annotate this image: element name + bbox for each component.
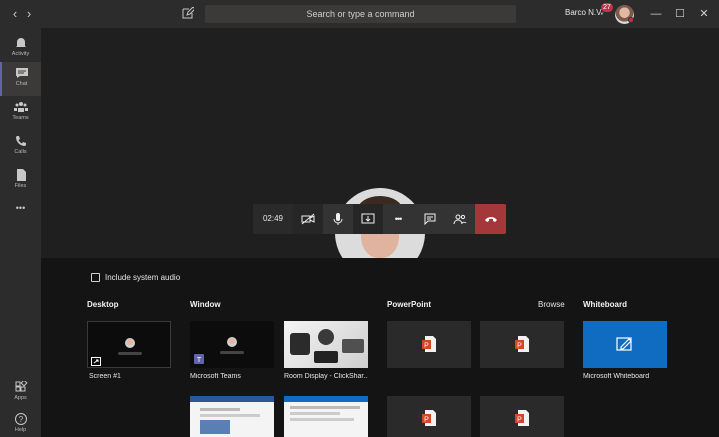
include-system-audio[interactable]: Include system audio (91, 273, 180, 282)
whiteboard-caption: Microsoft Whiteboard (583, 373, 650, 380)
hang-up-icon (484, 217, 497, 222)
phone-icon (15, 136, 26, 146)
rail-item-chat[interactable]: Chat (0, 62, 41, 96)
share-screen-icon (361, 213, 375, 224)
whiteboard-icon (616, 337, 632, 351)
compose-icon[interactable] (182, 6, 196, 22)
participants-button[interactable] (445, 204, 475, 234)
window-doc-1-thumb[interactable] (190, 396, 274, 437)
teams-app-icon: T (194, 354, 204, 364)
close-icon[interactable]: ✕ (697, 7, 711, 21)
svg-text:?: ? (18, 415, 23, 424)
call-timer: 02:49 (253, 204, 293, 234)
search-input[interactable]: Search or type a command (205, 5, 516, 23)
teams-icon (13, 102, 28, 112)
powerpoint-file-4-thumb[interactable]: P (480, 396, 564, 437)
camera-off-button[interactable] (293, 204, 323, 234)
powerpoint-icon: P (515, 336, 529, 352)
powerpoint-icon: P (515, 410, 529, 426)
bell-icon (15, 38, 26, 48)
section-window: Window (190, 300, 221, 309)
include-audio-checkbox[interactable] (91, 273, 100, 282)
maximize-icon[interactable]: ☐ (673, 7, 687, 21)
rail-item-teams[interactable]: Teams (0, 96, 41, 130)
chat-icon (424, 213, 436, 225)
share-screen-button[interactable] (353, 204, 383, 234)
camera-off-icon (301, 213, 315, 225)
powerpoint-icon: P (422, 410, 436, 426)
section-whiteboard: Whiteboard (583, 300, 627, 309)
section-powerpoint: PowerPoint (387, 300, 432, 309)
window-room-display-thumb[interactable] (284, 321, 368, 368)
apps-icon (15, 381, 28, 392)
svg-text:P: P (424, 417, 429, 424)
powerpoint-file-3-thumb[interactable]: P (387, 396, 471, 437)
svg-text:P: P (424, 343, 429, 350)
help-icon: ? (14, 413, 27, 425)
include-audio-label: Include system audio (105, 273, 181, 282)
more-actions-button[interactable]: ••• (383, 204, 413, 234)
chat-icon (15, 68, 28, 78)
svg-text:P: P (517, 417, 522, 424)
desktop-screen-1-thumb[interactable] (87, 321, 171, 368)
presence-icon (628, 17, 634, 23)
section-desktop: Desktop (87, 300, 119, 309)
desktop-screen-1-caption: Screen #1 (89, 373, 121, 380)
svg-text:P: P (517, 343, 522, 350)
hang-up-button[interactable] (475, 204, 506, 234)
back-arrow-icon[interactable]: ‹ (8, 6, 22, 22)
title-bar: ‹ › Search or type a command Barco N.V. … (0, 0, 719, 28)
app-rail: Activity Chat Teams Calls Files ••• Apps… (0, 28, 41, 437)
call-controls: 02:49 ••• (253, 204, 506, 234)
minimize-icon[interactable]: — (649, 7, 663, 21)
window-teams-thumb[interactable]: T (190, 321, 274, 368)
window-doc-2-thumb[interactable] (284, 396, 368, 437)
forward-arrow-icon[interactable]: › (22, 6, 36, 22)
participants-icon (453, 214, 467, 225)
powerpoint-file-1-thumb[interactable]: P (387, 321, 471, 368)
rail-item-apps[interactable]: Apps (0, 376, 41, 410)
rail-item-calls[interactable]: Calls (0, 130, 41, 164)
rail-item-label: Chat (15, 81, 28, 87)
rail-item-files[interactable]: Files (0, 164, 41, 198)
more-apps-icon[interactable]: ••• (0, 200, 41, 234)
rail-item-label: Apps (14, 395, 27, 401)
window-room-display-caption: Room Display - ClickShar... (284, 373, 368, 380)
share-arrow-icon (91, 357, 101, 366)
powerpoint-file-2-thumb[interactable]: P (480, 321, 564, 368)
rail-item-label: Activity (11, 51, 30, 57)
whiteboard-thumb[interactable] (583, 321, 667, 368)
org-name[interactable]: Barco N.V. (565, 8, 603, 17)
notification-badge: 27 (601, 3, 613, 12)
rail-item-label: Files (14, 183, 27, 189)
microphone-icon (333, 213, 343, 225)
mic-button[interactable] (323, 204, 353, 234)
svg-text:T: T (197, 357, 202, 364)
rail-item-label: Help (14, 427, 27, 433)
window-teams-caption: Microsoft Teams (190, 373, 241, 380)
rail-item-label: Teams (12, 115, 29, 121)
rail-item-help[interactable]: ? Help (0, 408, 41, 437)
chat-button[interactable] (415, 204, 445, 234)
file-icon (16, 169, 26, 181)
rail-item-activity[interactable]: Activity (0, 32, 41, 66)
browse-link[interactable]: Browse (538, 300, 565, 309)
rail-item-label: Calls (14, 149, 27, 155)
powerpoint-icon: P (422, 336, 436, 352)
